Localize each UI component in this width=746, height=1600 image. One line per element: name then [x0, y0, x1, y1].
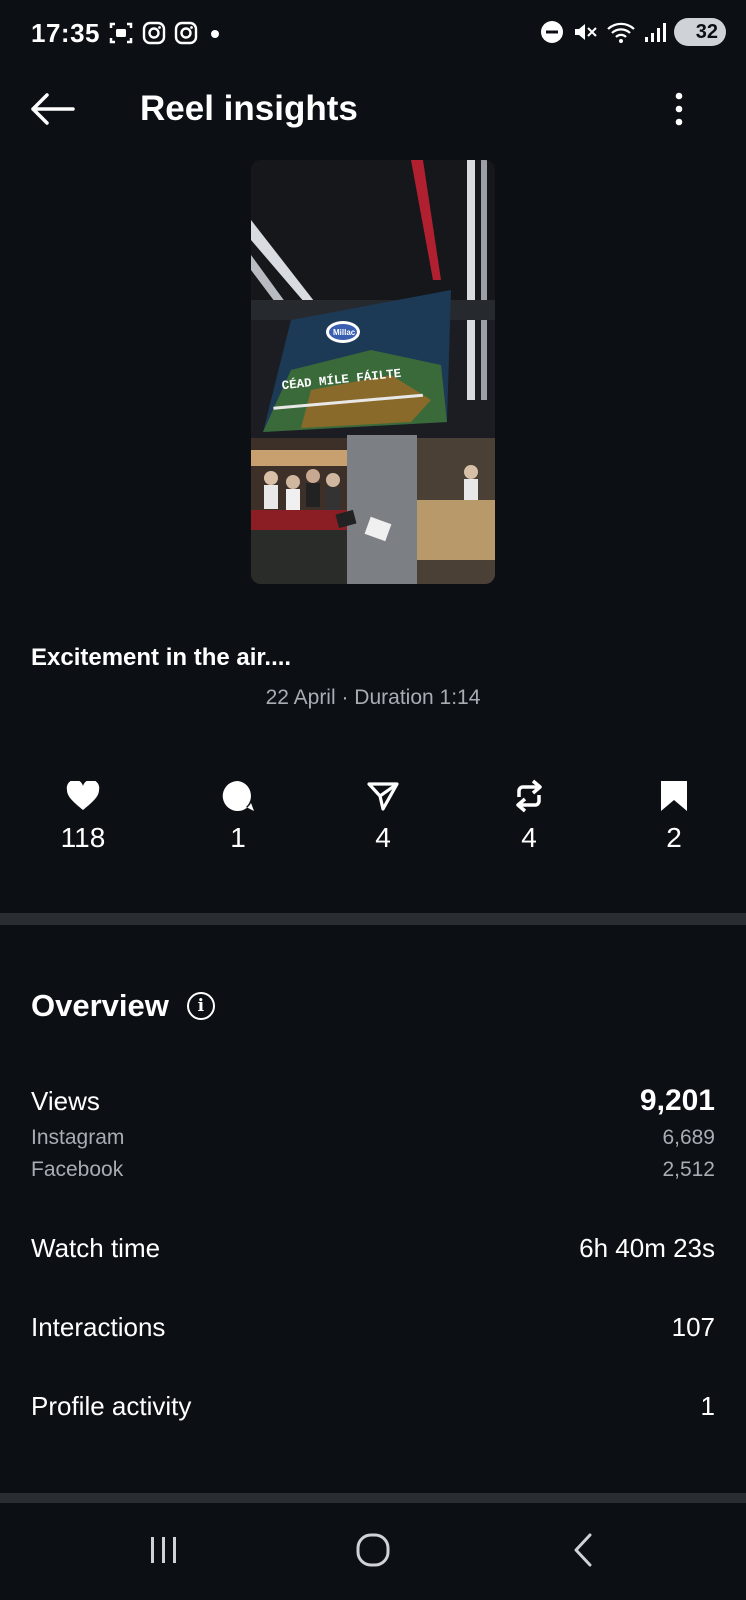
battery-icon: 32	[674, 18, 726, 46]
interactions-label: Interactions	[31, 1312, 166, 1342]
more-vertical-icon	[675, 92, 683, 126]
info-icon[interactable]: i	[186, 992, 215, 1020]
saves-stat: 2	[629, 776, 719, 854]
instagram-icon	[174, 21, 198, 45]
profile-activity-value: 1	[700, 1391, 715, 1421]
recent-apps-button[interactable]	[134, 1530, 194, 1570]
chevron-left-icon	[574, 1533, 592, 1567]
bookmark-icon	[661, 781, 687, 811]
watch-time-value: 6h 40m 23s	[579, 1233, 715, 1263]
reel-caption: Excitement in the air....	[31, 644, 292, 671]
notification-icons	[108, 20, 224, 46]
instagram-views-row: Instagram 6,689	[31, 1126, 715, 1150]
likes-stat: 118	[38, 776, 128, 854]
likes-count: 118	[60, 822, 106, 853]
comments-count: 1	[230, 822, 246, 853]
saves-count: 2	[666, 822, 682, 853]
arrow-left-icon	[31, 93, 75, 125]
shares-count: 4	[375, 822, 391, 853]
instagram-label: Instagram	[31, 1126, 125, 1149]
screenshot-icon	[109, 22, 133, 44]
facebook-views-row: Facebook 2,512	[31, 1158, 715, 1182]
recent-apps-icon	[151, 1537, 176, 1563]
section-divider	[0, 913, 746, 925]
more-options-button[interactable]	[664, 84, 694, 134]
interactions-row[interactable]: Interactions 107	[31, 1312, 715, 1343]
instagram-icon	[142, 21, 166, 45]
overview-title: Overview	[31, 988, 169, 1023]
views-label: Views	[31, 1086, 100, 1116]
home-button[interactable]	[343, 1530, 403, 1570]
signal-icon	[645, 23, 666, 42]
views-row: Views 9,201	[31, 1084, 715, 1118]
profile-activity-label: Profile activity	[31, 1391, 192, 1421]
heart-icon	[66, 781, 100, 810]
battery-level: 32	[695, 20, 718, 43]
system-nav-bar	[0, 1500, 746, 1600]
dot-icon	[211, 30, 219, 38]
status-time: 17:35	[31, 18, 100, 48]
mute-icon	[575, 24, 597, 40]
reel-date-duration: 22 April · Duration 1:14	[265, 686, 481, 709]
profile-activity-row[interactable]: Profile activity 1	[31, 1391, 715, 1422]
facebook-label: Facebook	[31, 1158, 124, 1181]
comments-stat: 1	[193, 776, 283, 854]
reel-meta: 22 April · Duration 1:14	[0, 686, 746, 710]
status-bar: 17:35 32	[0, 0, 746, 68]
overview-header: Overview i	[31, 988, 215, 1024]
reposts-stat: 4	[484, 776, 574, 854]
views-value: 9,201	[639, 1084, 715, 1117]
shares-stat: 4	[338, 776, 428, 854]
reel-insights-screen: 17:35 32 Reel insights Millac CÉAD MÍLE …	[0, 0, 746, 1600]
reel-thumbnail[interactable]: Millac CÉAD MÍLE FÁILTE	[251, 160, 495, 584]
reposts-count: 4	[521, 822, 537, 853]
system-icons: 32	[540, 18, 726, 46]
interactions-value: 107	[671, 1312, 715, 1342]
app-header: Reel insights	[0, 70, 746, 150]
page-title: Reel insights	[140, 89, 358, 128]
instagram-value: 6,689	[662, 1126, 715, 1149]
system-back-button[interactable]	[553, 1530, 613, 1570]
watch-time-row[interactable]: Watch time 6h 40m 23s	[31, 1233, 715, 1264]
thumbnail-logo: Millac	[333, 328, 356, 337]
reel-thumbnail-image: Millac CÉAD MÍLE FÁILTE	[251, 160, 495, 584]
facebook-value: 2,512	[662, 1158, 715, 1181]
dnd-icon	[541, 21, 563, 43]
home-icon	[356, 1533, 390, 1567]
share-icon	[367, 782, 399, 811]
wifi-icon	[607, 22, 635, 43]
watch-time-label: Watch time	[31, 1233, 161, 1263]
repost-icon	[516, 779, 542, 813]
engagement-stats: 118 1 4 4 2	[0, 776, 746, 856]
comment-icon	[222, 780, 254, 811]
back-button[interactable]	[24, 84, 80, 134]
